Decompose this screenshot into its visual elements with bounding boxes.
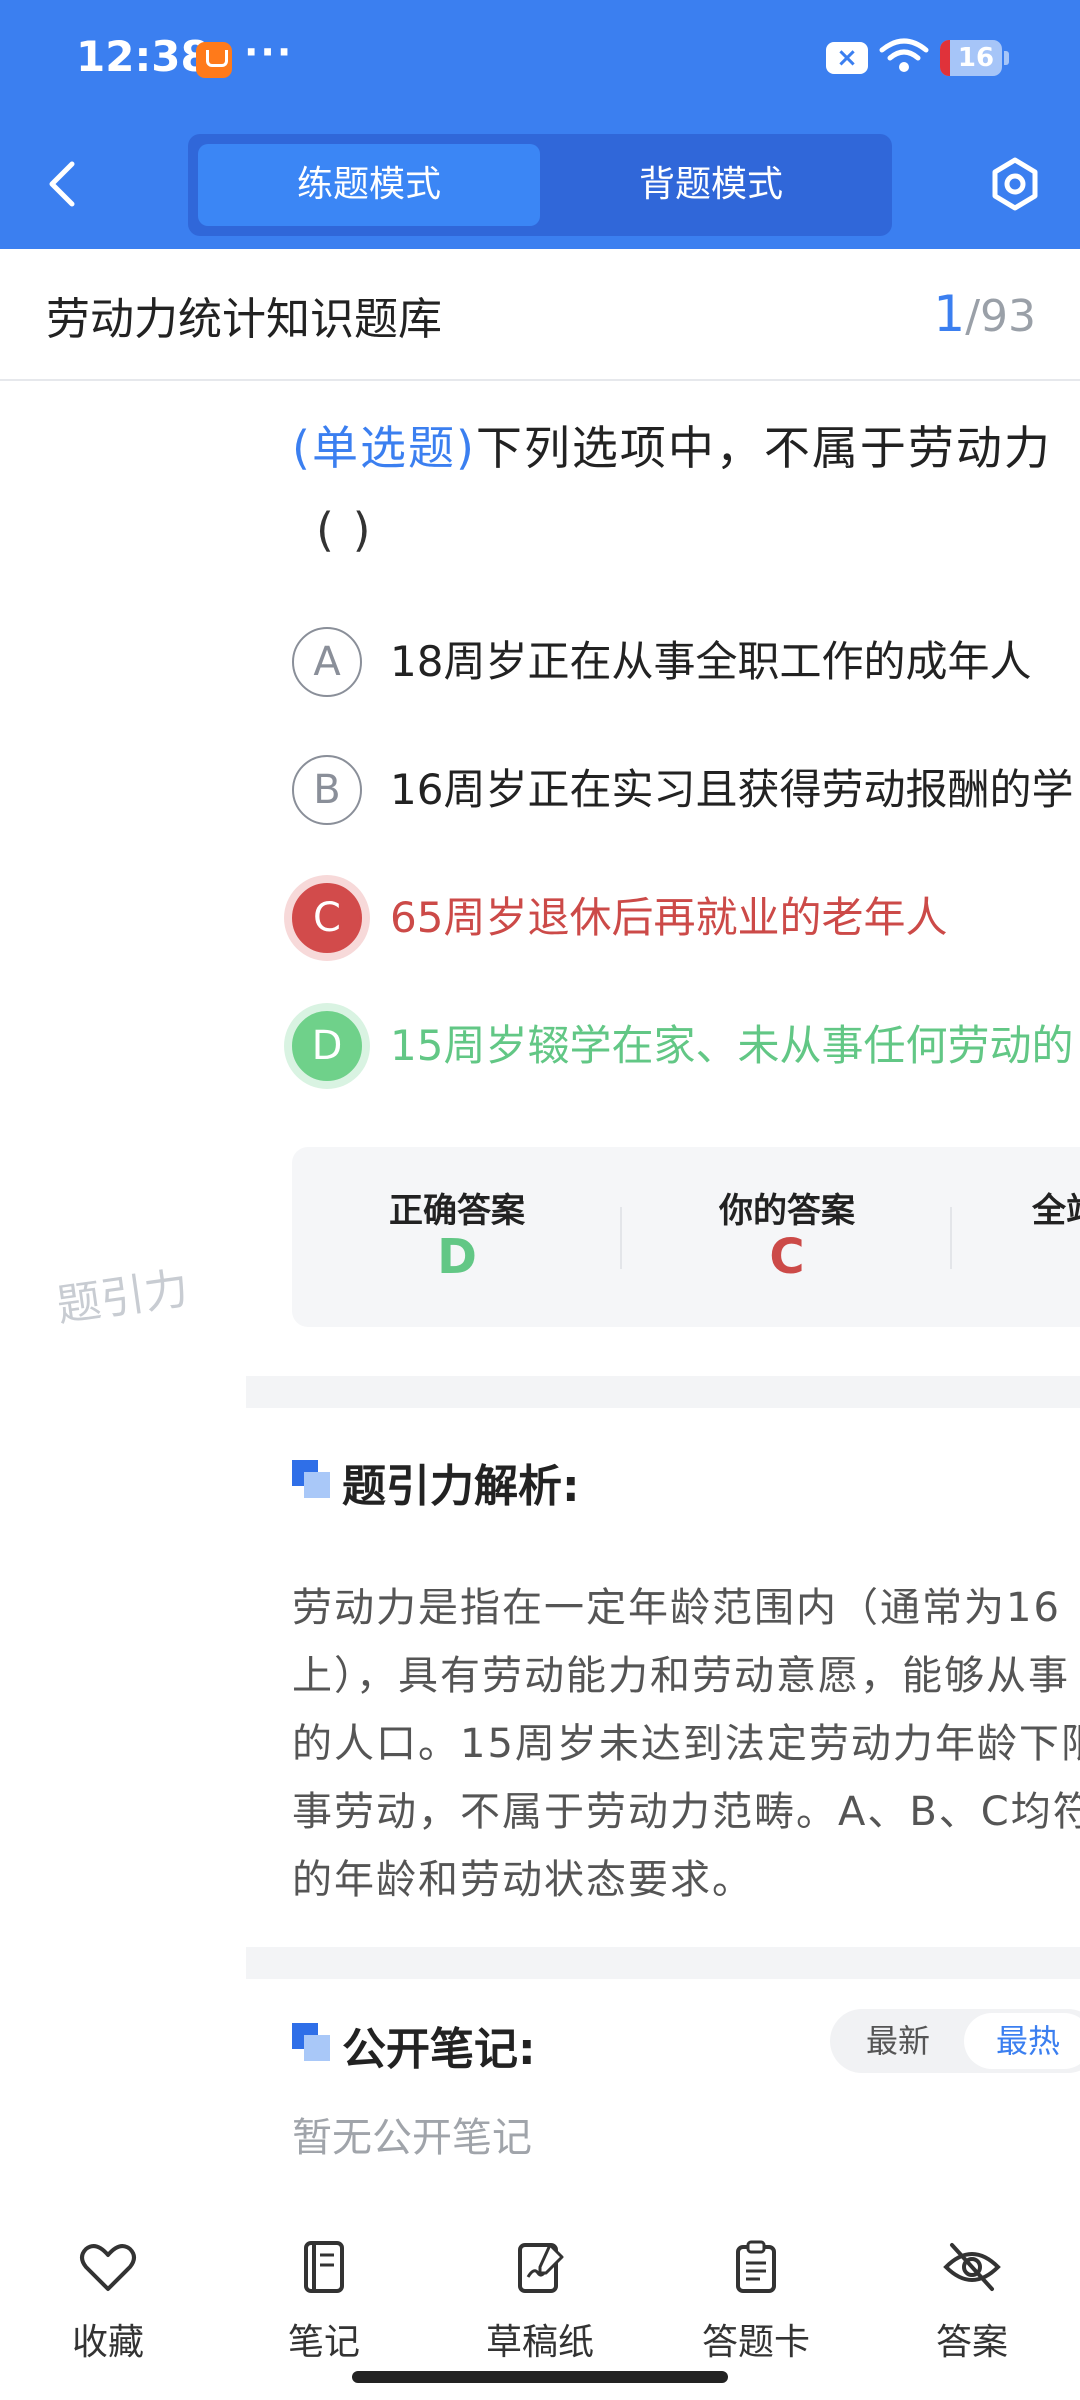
- sort-latest-button[interactable]: 最新: [834, 2013, 962, 2069]
- site-stats-column: 全站: [952, 1147, 1080, 1327]
- battery-icon: 16: [940, 40, 1009, 76]
- tab-practice-mode[interactable]: 练题模式: [198, 144, 540, 226]
- status-more-dots: ···: [244, 30, 294, 74]
- analysis-line: 上），具有劳动能力和劳动意愿，能够从事: [292, 1653, 1070, 1699]
- favorite-button[interactable]: 收藏: [18, 2231, 198, 2371]
- notes-card: 公开笔记: 最新 最热 暂无公开笔记: [246, 1979, 1080, 2211]
- battery-level: 16: [957, 43, 995, 73]
- question-stem: (单选题)下列选项中，不属于劳动力: [292, 407, 1080, 489]
- notes-section-icon: [292, 2023, 332, 2061]
- analysis-heading: 题引力解析:: [342, 1461, 580, 1512]
- question-content[interactable]: (单选题)下列选项中，不属于劳动力 ( ) A 18周岁正在从事全职工作的成年人…: [0, 381, 1080, 2211]
- answer-summary: 正确答案 D 你的答案 C 全站: [292, 1147, 1080, 1327]
- correct-answer-column: 正确答案 D: [292, 1147, 622, 1327]
- back-arrow-icon[interactable]: [36, 152, 92, 216]
- favorite-label: 收藏: [71, 2322, 144, 2363]
- question-type-tag: (单选题): [292, 421, 476, 475]
- correct-answer-label: 正确答案: [389, 1191, 525, 1231]
- section-gap: [246, 1376, 1080, 1408]
- notes-label: 笔记: [287, 2322, 360, 2363]
- correct-answer-value: D: [437, 1229, 477, 1285]
- tab-memorize-mode[interactable]: 背题模式: [540, 144, 882, 226]
- heart-icon: [80, 2244, 136, 2291]
- draft-paper-label: 草稿纸: [485, 2322, 594, 2363]
- answer-sheet-icon: [736, 2240, 776, 2293]
- wifi-icon: [879, 38, 929, 72]
- subject-bar: 劳动力统计知识题库 1/93: [0, 249, 1080, 381]
- option-letter-badge: C: [292, 883, 362, 953]
- draft-paper-icon: [518, 2243, 564, 2293]
- toggle-answer-button[interactable]: 答案: [882, 2231, 1062, 2371]
- analysis-line: 的年龄和劳动状态要求。: [292, 1857, 754, 1903]
- notes-heading: 公开笔记:: [342, 2024, 536, 2075]
- option-b[interactable]: B 16周岁正在实习且获得劳动报酬的学: [292, 755, 1080, 831]
- subject-title: 劳动力统计知识题库: [46, 294, 442, 345]
- analysis-line: 劳动力是指在一定年龄范围内（通常为16: [292, 1585, 1061, 1631]
- site-stats-label: 全站: [1032, 1191, 1080, 1231]
- option-letter-badge: A: [292, 627, 362, 697]
- status-time: 12:38: [76, 32, 210, 81]
- watermark: 题引力: [53, 1263, 192, 1332]
- notification-x-icon: ×: [826, 42, 868, 74]
- notes-button[interactable]: 笔记: [234, 2231, 414, 2371]
- analysis-line: 的人口。15周岁未达到法定劳动力年龄下限: [292, 1721, 1080, 1767]
- eye-off-icon: [943, 2243, 1001, 2291]
- settings-hexagon-icon[interactable]: [986, 152, 1044, 216]
- mode-switcher: 练题模式 背题模式: [188, 134, 892, 236]
- your-answer-value: C: [769, 1229, 805, 1285]
- option-text: 16周岁正在实习且获得劳动报酬的学: [390, 765, 1074, 814]
- sort-hot-button[interactable]: 最热: [964, 2013, 1080, 2069]
- analysis-line: 事劳动，不属于劳动力范畴。A、B、C均符: [292, 1789, 1080, 1835]
- notes-sort-toggle: 最新 最热: [830, 2009, 1080, 2073]
- draft-paper-button[interactable]: 草稿纸: [450, 2231, 630, 2371]
- option-text: 65周岁退休后再就业的老年人: [390, 893, 948, 942]
- option-d[interactable]: D 15周岁辍学在家、未从事任何劳动的: [292, 1011, 1080, 1087]
- your-answer-column: 你的答案 C: [622, 1147, 952, 1327]
- shop-app-icon: [196, 42, 232, 78]
- empty-notes-message: 暂无公开笔记: [292, 2115, 532, 2161]
- analysis-section-icon: [292, 1460, 332, 1498]
- notebook-icon: [304, 2241, 344, 2293]
- option-text: 18周岁正在从事全职工作的成年人: [390, 637, 1032, 686]
- question-blank: ( ): [316, 503, 373, 557]
- analysis-body: 劳动力是指在一定年龄范围内（通常为16 上），具有劳动能力和劳动意愿，能够从事 …: [292, 1574, 1080, 1914]
- answer-sheet-button[interactable]: 答题卡: [666, 2231, 846, 2371]
- option-c[interactable]: C 65周岁退休后再就业的老年人: [292, 883, 1080, 959]
- current-question-number: 1: [933, 285, 966, 343]
- option-letter-badge: B: [292, 755, 362, 825]
- answer-sheet-label: 答题卡: [701, 2322, 810, 2363]
- option-text: 15周岁辍学在家、未从事任何劳动的: [390, 1021, 1074, 1070]
- question-text: 下列选项中，不属于劳动力: [475, 421, 1052, 475]
- option-letter-badge: D: [292, 1011, 362, 1081]
- toggle-answer-label: 答案: [935, 2322, 1008, 2363]
- total-questions: /93: [965, 291, 1036, 342]
- analysis-card: 题引力解析: 劳动力是指在一定年龄范围内（通常为16 上），具有劳动能力和劳动意…: [246, 1408, 1080, 1923]
- your-answer-label: 你的答案: [719, 1191, 855, 1231]
- section-gap: [246, 1947, 1080, 1979]
- question-progress: 1/93: [933, 285, 1036, 343]
- option-a[interactable]: A 18周岁正在从事全职工作的成年人: [292, 627, 1080, 703]
- status-bar: 12:38 ··· × 16: [0, 0, 1080, 120]
- home-indicator[interactable]: [352, 2371, 728, 2383]
